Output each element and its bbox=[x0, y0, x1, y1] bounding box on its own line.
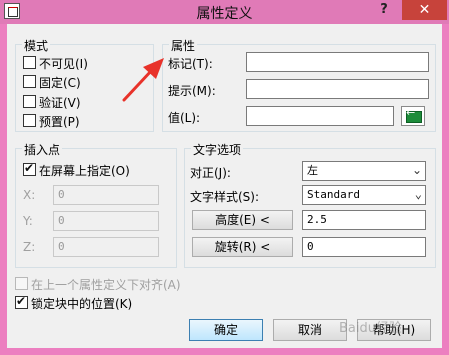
title-bar: 属性定义 ? ✕ bbox=[0, 0, 449, 24]
preset-checkbox[interactable] bbox=[23, 114, 36, 127]
attribute-group-title: 属性 bbox=[169, 37, 198, 54]
specify-onscreen-label: 在屏幕上指定(O) bbox=[39, 164, 130, 178]
constant-checkbox[interactable] bbox=[23, 75, 36, 88]
text-style-label: 文字样式(S): bbox=[190, 190, 260, 204]
value-label: 值(L): bbox=[168, 111, 201, 125]
justify-label: 对正(J): bbox=[190, 166, 231, 180]
ok-button[interactable]: 确定 bbox=[189, 319, 263, 341]
rotation-input[interactable]: 0 bbox=[302, 237, 426, 257]
height-pick-button[interactable]: 高度(E) < bbox=[192, 210, 293, 230]
chevron-down-icon: ⌄ bbox=[411, 163, 422, 177]
invisible-label: 不可见(I) bbox=[39, 57, 88, 71]
prompt-label: 提示(M): bbox=[168, 84, 216, 98]
value-input[interactable] bbox=[246, 106, 394, 126]
tag-input[interactable] bbox=[246, 52, 429, 72]
verify-label: 验证(V) bbox=[39, 96, 81, 110]
help-title-button[interactable]: ? bbox=[373, 2, 395, 20]
prompt-input[interactable] bbox=[246, 79, 429, 99]
text-style-select-value: Standard bbox=[307, 188, 360, 201]
verify-checkbox[interactable] bbox=[23, 95, 36, 108]
x-label: X: bbox=[23, 188, 36, 202]
z-label: Z: bbox=[23, 240, 36, 254]
lock-position-label: 锁定块中的位置(K) bbox=[31, 297, 133, 311]
justify-select-value: 左 bbox=[307, 164, 318, 177]
constant-label: 固定(C) bbox=[39, 76, 81, 90]
cancel-button[interactable]: 取消 bbox=[273, 319, 347, 341]
z-input[interactable]: 0 bbox=[53, 237, 159, 257]
close-button[interactable]: ✕ bbox=[402, 0, 447, 20]
align-below-label: 在上一个属性定义下对齐(A) bbox=[31, 278, 181, 292]
preset-label: 预置(P) bbox=[39, 115, 80, 129]
y-input[interactable]: 0 bbox=[53, 211, 159, 231]
insertion-point-group-title: 插入点 bbox=[22, 141, 63, 158]
lock-position-checkbox[interactable] bbox=[15, 294, 28, 309]
align-below-checkbox[interactable] bbox=[15, 277, 28, 290]
y-label: Y: bbox=[23, 214, 33, 228]
tag-label: 标记(T): bbox=[168, 57, 213, 71]
justify-select[interactable]: 左 ⌄ bbox=[302, 161, 426, 181]
chevron-down-icon: ⌄ bbox=[414, 187, 422, 201]
text-style-select[interactable]: Standard ⌄ bbox=[302, 185, 426, 205]
specify-onscreen-checkbox[interactable] bbox=[23, 161, 36, 176]
text-options-group-title: 文字选项 bbox=[191, 141, 244, 158]
invisible-checkbox[interactable] bbox=[23, 56, 36, 69]
insert-field-icon[interactable] bbox=[401, 106, 425, 126]
mode-group-title: 模式 bbox=[22, 37, 51, 54]
dialog-body: 模式 不可见(I) 固定(C) 验证(V) 预置(P) 属性 标记(T): 提示… bbox=[7, 24, 442, 348]
watermark: Baidu经验 bbox=[339, 321, 402, 336]
height-input[interactable]: 2.5 bbox=[302, 210, 426, 230]
x-input[interactable]: 0 bbox=[53, 185, 159, 205]
rotation-pick-button[interactable]: 旋转(R) < bbox=[192, 237, 293, 257]
